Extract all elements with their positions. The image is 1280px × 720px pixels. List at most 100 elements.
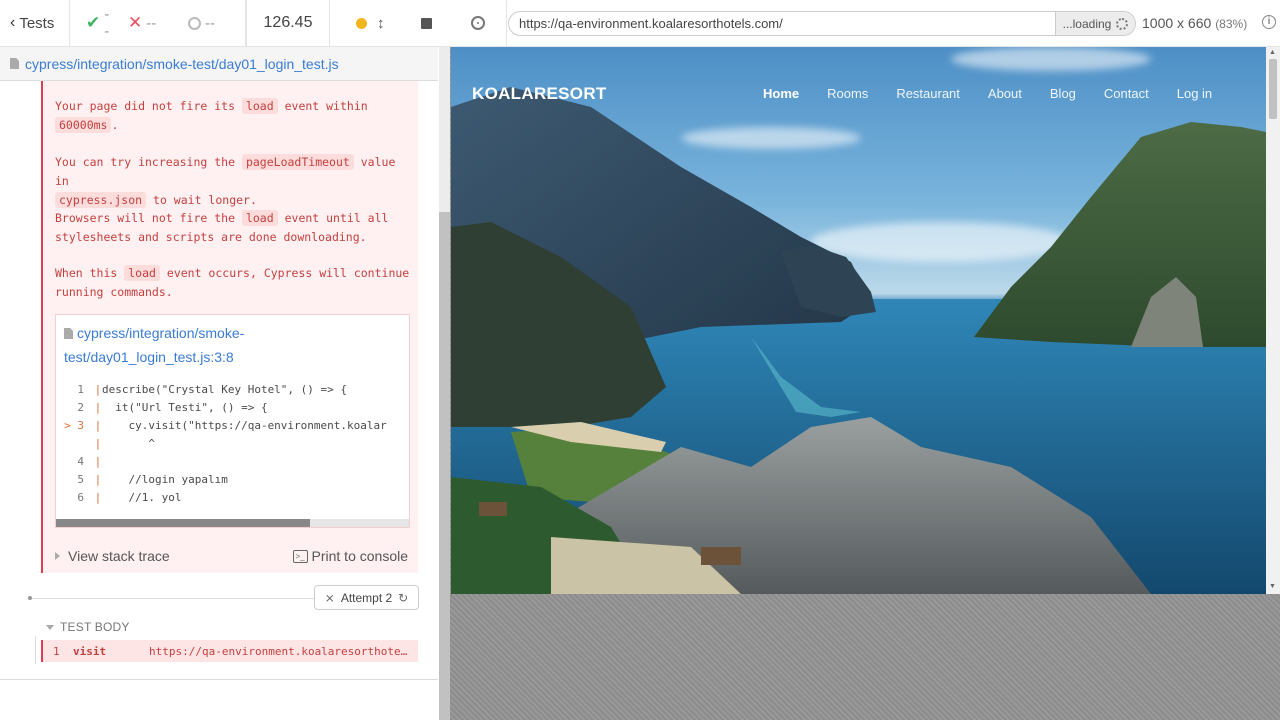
command-name: visit xyxy=(73,644,107,658)
reporter-bottom xyxy=(0,679,438,720)
tests-back-button[interactable]: ‹ Tests xyxy=(0,0,70,47)
error-paragraph-4: When this load event occurs, Cypress wil… xyxy=(55,265,410,299)
code-line: 5 | //login yapalım xyxy=(56,471,409,489)
aut-header: https://qa-environment.koalaresorthotels… xyxy=(450,0,1280,47)
x-icon: ✕ xyxy=(128,13,143,32)
command-number: 1 xyxy=(53,644,60,658)
code-line: 4 | xyxy=(56,453,409,471)
passed-value: -- xyxy=(104,6,110,40)
refresh-icon: ↻ xyxy=(398,590,409,605)
site-brand-logo[interactable]: KOALARESORT xyxy=(472,84,607,104)
command-message: https://qa-environment.koalaresorthotels… xyxy=(149,644,409,658)
line-number xyxy=(56,435,88,453)
code-frame-source: 1 | describe("Crystal Key Hotel", () => {… xyxy=(56,381,409,507)
selector-playground-button[interactable] xyxy=(450,0,507,47)
file-icon xyxy=(64,328,73,339)
error-paragraph-3: Browsers will not fire the load event un… xyxy=(55,210,389,244)
site-nav-home[interactable]: Home xyxy=(749,86,813,101)
url-bar[interactable]: https://qa-environment.koalaresorthotels… xyxy=(508,11,1136,36)
pending-circle-icon xyxy=(188,16,201,30)
passed-count: ✔ -- xyxy=(70,0,118,47)
gutter-bar: | xyxy=(88,401,102,414)
crosshair-icon xyxy=(471,16,485,30)
reporter-runnables: Your page did not fire its load event wi… xyxy=(0,81,438,679)
code-text: //1. yol xyxy=(102,491,182,504)
site-nav-rooms[interactable]: Rooms xyxy=(813,86,882,101)
code-text: //login yapalım xyxy=(102,473,228,486)
code-frame-path[interactable]: cypress/integration/smoke-test/day01_log… xyxy=(64,321,404,369)
site-iframe: KOALARESORT Home Rooms Restaurant About Blog… xyxy=(451,47,1266,594)
test-body-toggle[interactable]: TEST BODY xyxy=(46,617,426,637)
print-to-console-button[interactable]: >_ Print to console xyxy=(292,548,409,564)
code-text: it("Url Testi", () => { xyxy=(102,401,268,414)
failed-value: -- xyxy=(146,14,157,32)
site-scroll-thumb[interactable] xyxy=(1269,59,1277,119)
attempt-x-icon: ⨯ xyxy=(324,590,335,605)
code-frame-scrollbar[interactable] xyxy=(56,519,409,527)
chevron-left-icon: ‹ xyxy=(10,14,16,31)
viewport-scale: (83%) xyxy=(1215,17,1248,31)
attempt-badge[interactable]: ⨯ Attempt 2 ↻ xyxy=(314,585,419,610)
pending-count: -- xyxy=(178,0,246,47)
gutter-bar: | xyxy=(88,473,102,486)
code-line: > 3 | cy.visit("https://qa-environment.k… xyxy=(56,417,409,435)
stop-button[interactable] xyxy=(420,17,432,29)
command-row[interactable]: 1 visit https://qa-environment.koalareso… xyxy=(41,640,418,662)
attempt-label: Attempt 2 xyxy=(340,590,393,605)
line-number: 5 xyxy=(77,473,84,486)
site-scrollbar[interactable]: ▲ ▼ xyxy=(1266,47,1280,594)
attempt-divider xyxy=(30,598,320,599)
terminal-icon: >_ xyxy=(292,549,308,563)
site-nav-restaurant[interactable]: Restaurant xyxy=(882,86,974,101)
pending-value: -- xyxy=(205,14,215,32)
caret-right-icon xyxy=(55,552,60,560)
scroll-up-icon[interactable]: ▲ xyxy=(1269,49,1276,56)
running-indicator-icon xyxy=(356,17,367,29)
view-stack-trace-toggle[interactable]: View stack trace xyxy=(55,548,170,564)
gutter-bar: | xyxy=(88,437,102,450)
test-body-guide-line xyxy=(35,636,36,664)
code-frame: cypress/integration/smoke-test/day01_log… xyxy=(55,314,410,528)
attempt-row: ⨯ Attempt 2 ↻ xyxy=(28,585,420,611)
code-text: describe("Crystal Key Hotel", () => { xyxy=(102,383,348,396)
line-number: 2 xyxy=(77,401,84,414)
url-text[interactable]: https://qa-environment.koalaresorthotels… xyxy=(509,16,1055,31)
loading-label: ...loading xyxy=(1062,16,1112,31)
auto-scroll-toggle-icon[interactable]: ↕ xyxy=(377,15,385,32)
caret-down-icon xyxy=(46,624,54,630)
attempt-dot xyxy=(28,596,32,600)
spinner-icon xyxy=(1116,17,1129,30)
line-number: > 3 xyxy=(64,419,84,432)
reporter-panel: ‹ Tests ✔ -- ✕ -- -- 126.45 ↕ cypress/in… xyxy=(0,0,450,720)
site-nav-contact[interactable]: Contact xyxy=(1090,86,1163,101)
error-block: Your page did not fire its load event wi… xyxy=(41,81,418,573)
reporter-scroll-thumb[interactable] xyxy=(439,212,450,720)
scroll-down-icon[interactable]: ▼ xyxy=(1269,583,1276,590)
spec-path-bar[interactable]: cypress/integration/smoke-test/day01_log… xyxy=(0,47,438,81)
info-icon[interactable]: i xyxy=(1262,15,1276,29)
code-text: ^ xyxy=(102,437,155,450)
file-icon xyxy=(10,58,19,69)
site-nav-blog[interactable]: Blog xyxy=(1036,86,1090,101)
duration: 126.45 xyxy=(246,0,330,47)
loading-indicator: ...loading xyxy=(1055,12,1135,35)
code-line: 2 | it("Url Testi", () => { xyxy=(56,399,409,417)
gutter-bar: | xyxy=(88,455,102,468)
view-stack-trace-label: View stack trace xyxy=(68,548,170,564)
code-line: 1 | describe("Crystal Key Hotel", () => { xyxy=(56,381,409,399)
failed-count: ✕ -- xyxy=(118,0,178,47)
line-number: 6 xyxy=(77,491,84,504)
spec-path[interactable]: cypress/integration/smoke-test/day01_log… xyxy=(25,56,339,72)
error-paragraph-1: Your page did not fire its load event wi… xyxy=(55,98,368,133)
code-frame-scroll-thumb[interactable] xyxy=(56,519,310,527)
site-nav-about[interactable]: About xyxy=(974,86,1036,101)
code-line: 6 | //1. yol xyxy=(56,489,409,507)
reporter-scrollbar[interactable] xyxy=(439,47,450,720)
viewport-info[interactable]: 1000 x 660 (83%) xyxy=(1142,15,1247,31)
check-icon: ✔ xyxy=(86,13,101,32)
tests-label: Tests xyxy=(19,14,55,32)
print-to-console-label: Print to console xyxy=(311,548,409,564)
gutter-bar: | xyxy=(88,383,102,396)
code-line: | ^ xyxy=(56,435,409,453)
site-nav-log-in[interactable]: Log in xyxy=(1163,86,1226,101)
